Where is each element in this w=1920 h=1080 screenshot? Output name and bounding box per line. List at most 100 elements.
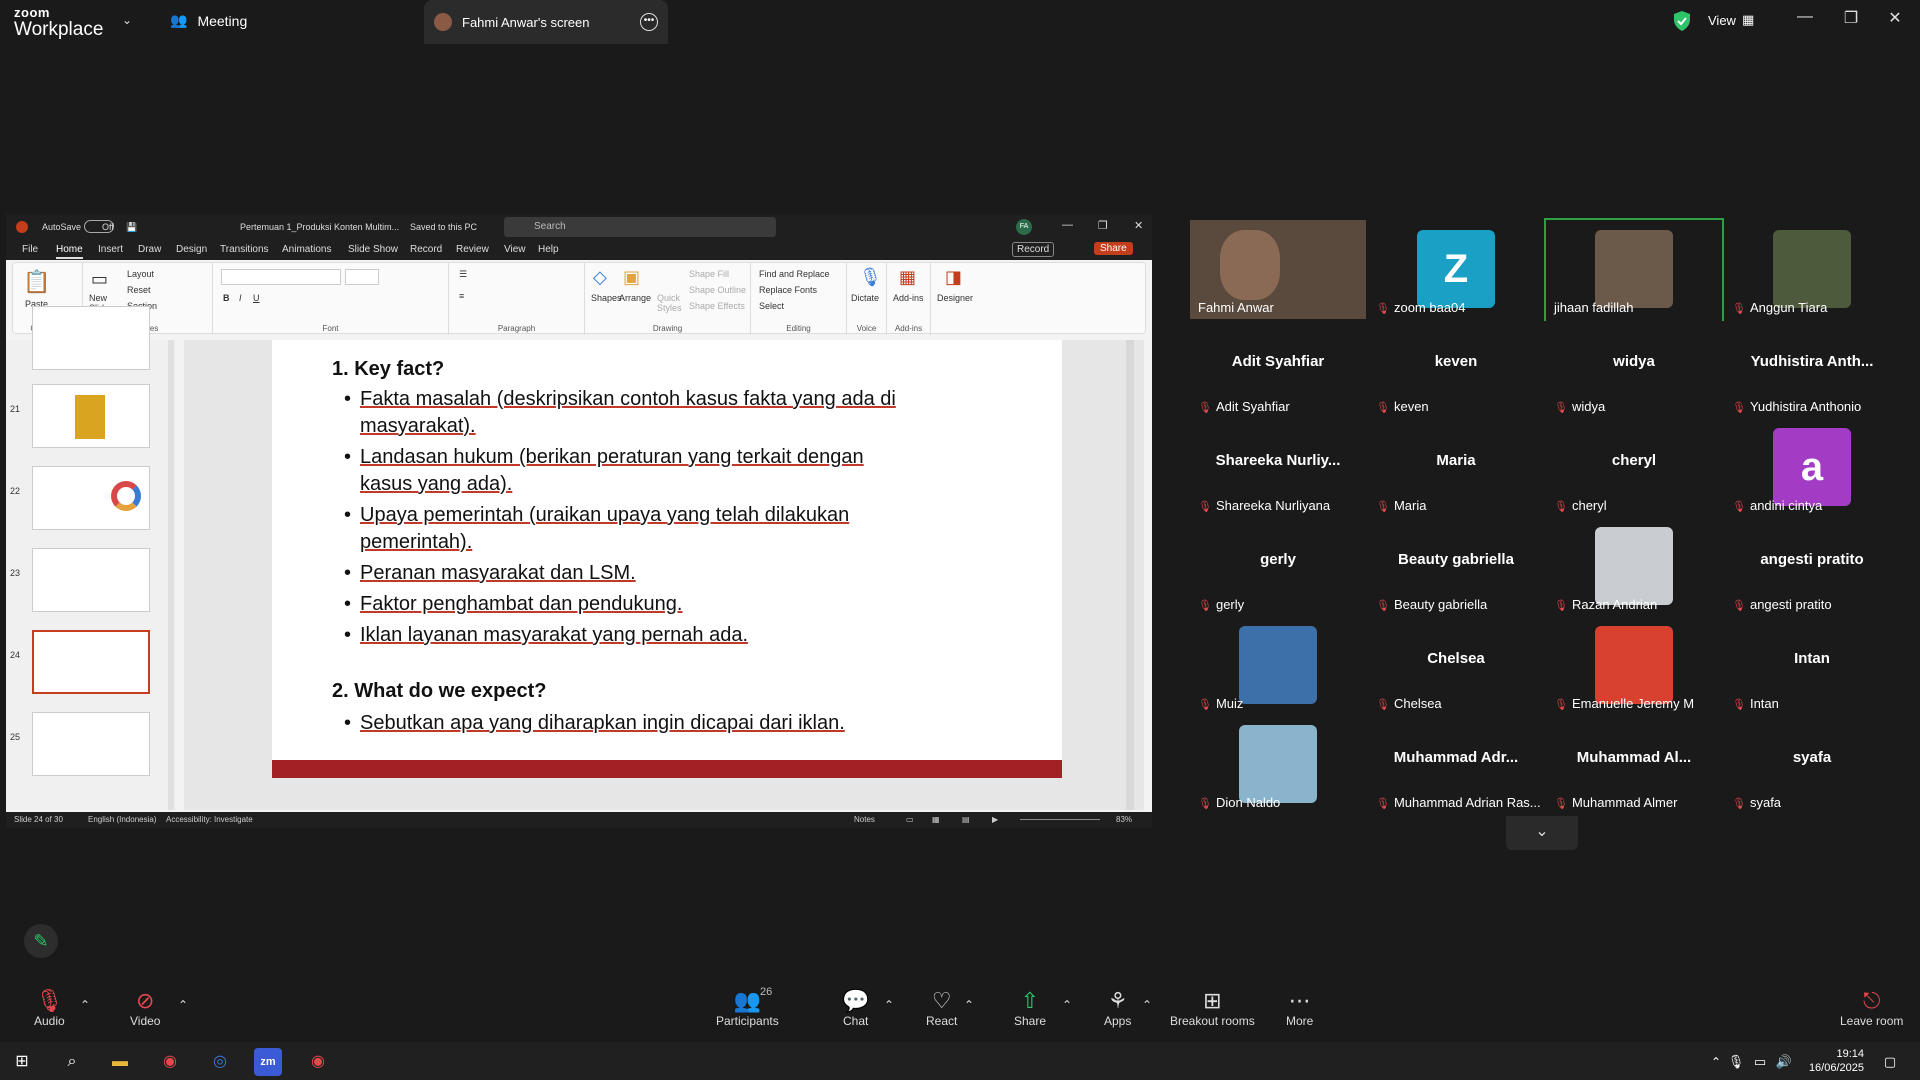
slideshow-icon[interactable]: ▶ <box>992 815 998 824</box>
quick-styles-label[interactable]: Quick Styles <box>657 293 687 313</box>
view-button[interactable]: View ▦ <box>1708 12 1754 28</box>
more-options-icon[interactable]: ••• <box>640 13 658 31</box>
notes-button[interactable]: Notes <box>854 815 875 824</box>
underline-icon[interactable]: U <box>253 293 260 303</box>
menu-draw[interactable]: Draw <box>138 244 161 255</box>
windows-start-icon[interactable]: ⊞ <box>8 1048 36 1076</box>
find-replace-button[interactable]: Find and Replace <box>759 269 830 279</box>
reset-button[interactable]: Reset <box>127 285 151 295</box>
menu-insert[interactable]: Insert <box>98 244 123 255</box>
shape-outline-button[interactable]: Shape Outline <box>689 285 746 295</box>
participant-tile[interactable]: cheryl 🎙 cheryl <box>1546 418 1722 517</box>
shapes-icon[interactable]: ◇ <box>593 267 607 288</box>
slide-scrollbar[interactable] <box>1126 340 1134 810</box>
share-button[interactable]: Share <box>1094 242 1133 255</box>
volume-icon[interactable]: 🔊 <box>1770 1048 1798 1076</box>
menu-file[interactable]: File <box>22 244 38 255</box>
bullets-icon[interactable]: ☰ <box>459 269 467 280</box>
chevron-down-icon[interactable]: ⌄ <box>1506 816 1578 850</box>
shapes-label[interactable]: Shapes <box>591 293 622 303</box>
thumbnail-scrollbar[interactable] <box>168 340 174 810</box>
layout-button[interactable]: Layout <box>127 269 154 279</box>
language[interactable]: English (Indonesia) <box>88 815 156 824</box>
participant-tile[interactable]: 🎙 Dion Naldo <box>1190 715 1366 814</box>
participant-tile[interactable]: a 🎙 andini cintya <box>1724 418 1900 517</box>
chat-button[interactable]: 💬 Chat <box>842 988 869 1028</box>
align-left-icon[interactable]: ≡ <box>459 291 464 301</box>
share-screen-button[interactable]: ⇧ Share <box>1014 988 1046 1028</box>
zoom-level[interactable]: 83% <box>1116 815 1132 824</box>
ppt-restore-icon[interactable]: ❐ <box>1098 219 1108 232</box>
restore-icon[interactable]: ❐ <box>1836 8 1866 28</box>
ppt-search-input[interactable]: Search <box>504 217 776 237</box>
user-initials-avatar[interactable]: FA <box>1016 219 1032 235</box>
participant-tile[interactable]: Muhammad Al... 🎙 Muhammad Almer <box>1546 715 1722 814</box>
react-button[interactable]: ♡ React <box>926 988 957 1028</box>
reading-view-icon[interactable]: ▤ <box>962 815 970 824</box>
participant-tile[interactable]: Adit Syahfiar 🎙 Adit Syahfiar <box>1190 319 1366 418</box>
designer-label[interactable]: Designer <box>937 293 973 303</box>
notifications-icon[interactable]: ▢ <box>1876 1048 1904 1076</box>
new-slide-icon[interactable]: ▭ <box>91 269 108 290</box>
menu-transitions[interactable]: Transitions <box>220 244 269 255</box>
participant-tile[interactable]: Yudhistira Anth... 🎙 Yudhistira Anthonio <box>1724 319 1900 418</box>
chat-options-caret-icon[interactable]: ⌃ <box>884 998 894 1012</box>
participant-tile[interactable]: Maria 🎙 Maria <box>1368 418 1544 517</box>
italic-icon[interactable]: I <box>239 293 242 303</box>
participant-tile[interactable]: Muhammad Adr... 🎙 Muhammad Adrian Ras... <box>1368 715 1544 814</box>
participant-tile[interactable]: widya 🎙 widya <box>1546 319 1722 418</box>
audio-options-caret-icon[interactable]: ⌃ <box>80 998 90 1012</box>
menu-help[interactable]: Help <box>538 244 559 255</box>
chevron-down-icon[interactable]: ⌄ <box>122 13 132 27</box>
participant-tile[interactable]: 🎙 Razan Andrian <box>1546 517 1722 616</box>
arrange-icon[interactable]: ▣ <box>623 267 640 288</box>
video-options-caret-icon[interactable]: ⌃ <box>178 998 188 1012</box>
shape-effects-button[interactable]: Shape Effects <box>689 301 745 311</box>
participant-tile[interactable]: Intan 🎙 Intan <box>1724 616 1900 715</box>
chrome-icon[interactable]: ◉ <box>156 1048 184 1076</box>
minimize-icon[interactable]: — <box>1790 8 1820 26</box>
bold-icon[interactable]: B <box>223 293 230 303</box>
more-button[interactable]: ⋯ More <box>1286 988 1313 1028</box>
annotate-pen-icon[interactable]: ✎ <box>24 924 58 958</box>
designer-icon[interactable]: ◨ <box>945 267 962 288</box>
slide-sorter-icon[interactable]: ▦ <box>932 815 940 824</box>
menu-view[interactable]: View <box>504 244 526 255</box>
apps-options-caret-icon[interactable]: ⌃ <box>1142 998 1152 1012</box>
search-icon[interactable]: ⌕ <box>58 1048 86 1076</box>
audio-button[interactable]: 🎙 Audio <box>34 988 65 1028</box>
microphone-icon[interactable]: 🎙 <box>859 267 882 288</box>
participant-tile[interactable]: 🎙 Muiz <box>1190 616 1366 715</box>
leave-room-button[interactable]: ⎋ Leave room <box>1840 988 1903 1028</box>
save-icon[interactable]: 💾 <box>126 222 137 233</box>
zoom-workplace-logo[interactable]: zoom Workplace <box>14 6 103 39</box>
zoom-slider[interactable] <box>1020 819 1100 820</box>
select-button[interactable]: Select <box>759 301 784 311</box>
addins-label[interactable]: Add-ins <box>893 293 924 303</box>
normal-view-icon[interactable]: ▭ <box>906 815 914 824</box>
current-slide[interactable]: 1. Key fact? • Fakta masalah (deskripsika… <box>272 340 1062 778</box>
share-options-caret-icon[interactable]: ⌃ <box>1062 998 1072 1012</box>
video-button[interactable]: ⊘ Video <box>130 988 160 1028</box>
menu-design[interactable]: Design <box>176 244 207 255</box>
breakout-rooms-button[interactable]: ⊞ Breakout rooms <box>1170 988 1255 1028</box>
menu-review[interactable]: Review <box>456 244 489 255</box>
tab-shared-screen[interactable]: Fahmi Anwar's screen ••• <box>424 0 668 44</box>
participant-tile[interactable]: Z 🎙 zoom baa04 <box>1368 220 1544 319</box>
app-icon[interactable]: ◎ <box>206 1048 234 1076</box>
ppt-close-icon[interactable]: ✕ <box>1134 219 1143 232</box>
record-button[interactable]: Record <box>1012 242 1055 257</box>
menu-record[interactable]: Record <box>410 244 442 255</box>
slide-thumbnail[interactable] <box>32 548 150 612</box>
menu-animations[interactable]: Animations <box>282 244 331 255</box>
participant-tile[interactable]: syafa 🎙 syafa <box>1724 715 1900 814</box>
file-explorer-icon[interactable]: ▬ <box>106 1048 134 1076</box>
participant-tile[interactable]: 🎙 Anggun Tiara <box>1724 220 1900 319</box>
addins-icon[interactable]: ▦ <box>899 267 916 288</box>
replace-fonts-button[interactable]: Replace Fonts <box>759 285 817 295</box>
paste-icon[interactable]: 📋 <box>23 269 50 295</box>
system-clock[interactable]: 19:14 16/06/2025 <box>1809 1047 1864 1075</box>
participant-tile[interactable]: 🎙 Emanuelle Jeremy M <box>1546 616 1722 715</box>
zoom-taskbar-icon[interactable]: zm <box>254 1048 282 1076</box>
shape-fill-button[interactable]: Shape Fill <box>689 269 729 279</box>
